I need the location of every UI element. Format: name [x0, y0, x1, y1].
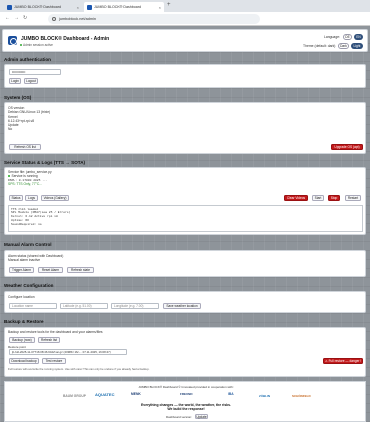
restart-button[interactable]: Restart — [345, 195, 361, 201]
weather-title: Weather Configuration — [4, 283, 54, 288]
browser-tab-bar: JUMBO BLOCK® Dashboard × JUMBO BLOCK® Da… — [0, 0, 370, 12]
theme-label: Theme (default: dark) — [303, 44, 336, 48]
favicon-icon — [87, 4, 92, 10]
backup-title: Backup & Restore — [4, 319, 44, 324]
logs-button[interactable]: Logs — [25, 195, 38, 201]
trigger-alarm-button[interactable]: Trigger Alarm — [9, 267, 34, 273]
save-weather-button[interactable]: Save weather location — [163, 303, 201, 309]
alarm-status: Alarm status (shared with Dashboard) Man… — [8, 254, 64, 263]
weather-subtitle: Configure location — [8, 295, 35, 299]
videos-gallery-button[interactable]: Videos (Gallery) — [41, 195, 69, 201]
close-tab-icon[interactable]: × — [159, 5, 161, 10]
refresh-list-button[interactable]: Refresh list — [38, 337, 60, 343]
new-tab-icon[interactable]: + — [167, 2, 171, 8]
alarm-title: Manual Alarm Control — [4, 242, 52, 247]
stop-button[interactable]: Stop — [328, 195, 340, 201]
close-tab-icon[interactable]: × — [77, 5, 79, 10]
admin-auth-title: Admin authentication — [4, 57, 51, 62]
url-field[interactable]: jumboblock.net/admin — [48, 14, 260, 24]
alarm-card: Alarm status (shared with Dashboard) Man… — [4, 250, 366, 277]
weather-card: Configure location Location name Latitud… — [4, 291, 366, 313]
partner-logo: FREUND — [180, 392, 193, 396]
footer-slogan: Everything changes — the world, the weat… — [141, 403, 231, 412]
theme-dark-button[interactable]: Dark — [338, 43, 349, 49]
language-label: Language: — [324, 35, 341, 39]
browser-tab[interactable]: JUMBO BLOCK® Dashboard × — [4, 2, 82, 12]
url-text: jumboblock.net/admin — [59, 17, 96, 21]
partner-logo: IBA — [228, 392, 234, 396]
footer: JUMBO BLOCK® Dashboard © Innovated provi… — [4, 381, 366, 422]
backup-card: Backup and restore tools for the dashboa… — [4, 327, 366, 377]
partner-logo: ZÜBLIN — [259, 394, 270, 398]
reset-alarm-button[interactable]: Reset Alarm — [38, 267, 63, 273]
favicon-icon — [7, 4, 12, 10]
latitude-input[interactable]: Latitude (e.g. 51.00) — [60, 303, 108, 309]
restore-point-select[interactable]: jb-full-2025-11-07T16:08:46.642Z.tar.gz … — [9, 349, 127, 355]
location-input[interactable]: Location name — [9, 303, 57, 309]
forward-icon[interactable]: → — [14, 15, 19, 21]
dashboard-header: JUMBO BLOCK® Dashboard - Admin Admin ses… — [2, 29, 368, 52]
partner-logo: MENK — [131, 392, 141, 396]
refresh-state-button[interactable]: Refresh state — [67, 267, 94, 273]
reload-icon[interactable]: ↻ — [23, 15, 27, 21]
page-title: JUMBO BLOCK® Dashboard - Admin — [21, 36, 110, 42]
longitude-input[interactable]: Longitude (e.g. 7.00) — [111, 303, 159, 309]
start-button[interactable]: Start — [312, 195, 324, 201]
session-status: Admin session active — [20, 43, 53, 47]
backup-description: Backup and restore tools for the dashboa… — [8, 330, 103, 334]
lang-de-button[interactable]: DE — [343, 34, 352, 40]
tab-title: JUMBO BLOCK® Dashboard — [14, 5, 61, 9]
footer-copyright: JUMBO BLOCK® Dashboard © Innovated provi… — [138, 385, 234, 389]
admin-auth-card: •••••••••••• Login Logout — [4, 64, 366, 88]
password-field[interactable]: •••••••••••• — [9, 69, 61, 75]
partner-logo: SCHÖNFELD — [292, 394, 311, 398]
status-button[interactable]: Status — [9, 195, 23, 201]
download-backup-button[interactable]: Download backup — [9, 358, 39, 364]
site-info-icon[interactable] — [52, 17, 56, 21]
back-icon[interactable]: ← — [5, 15, 10, 21]
browser-tab-active[interactable]: JUMBO BLOCK® Dashboard × — [84, 2, 164, 12]
system-info: OS version Debian GNU/Linux 13 (trixie) … — [8, 106, 51, 132]
update-button[interactable]: Update — [195, 414, 208, 419]
lang-en-button[interactable]: EN — [354, 34, 363, 40]
service-log-output: TTS zlib loaded SPL Module (DMA7|Low 25 … — [8, 205, 363, 232]
theme-light-button[interactable]: Light — [351, 43, 363, 49]
version-label: Dashboard version: — [166, 415, 193, 419]
running-indicator-icon — [8, 175, 10, 178]
clear-videos-button[interactable]: Clear Videos — [284, 195, 308, 201]
logout-button[interactable]: Logout — [24, 78, 38, 84]
address-bar-area: ← → ↻ jumboblock.net/admin — [0, 12, 370, 26]
upgrade-os-button[interactable]: Upgrade OS (apt) — [331, 144, 363, 150]
service-info: Service file: jumbo_service.py Service i… — [8, 170, 52, 186]
partner-logo: AQUATEC — [95, 392, 115, 397]
refresh-os-button[interactable]: Refresh OS list — [9, 144, 41, 150]
system-title: System (OS) — [4, 95, 32, 100]
backup-now-button[interactable]: Backup (now) — [9, 337, 35, 343]
full-restore-button[interactable]: ⚠ Full restore — danger ! — [323, 358, 363, 364]
restore-warning: Full restore will overwrite the running … — [8, 367, 150, 371]
test-restore-button[interactable]: Test restore — [42, 358, 66, 364]
system-card: OS version Debian GNU/Linux 13 (trixie) … — [4, 102, 366, 154]
login-button[interactable]: Login — [9, 78, 21, 84]
tab-title: JUMBO BLOCK® Dashboard — [94, 5, 141, 9]
logo-icon — [8, 36, 17, 45]
partner-logo: BAUM GROUP — [63, 394, 86, 398]
service-title: Service Status & Logs (TTS → SOTA) — [4, 160, 86, 165]
